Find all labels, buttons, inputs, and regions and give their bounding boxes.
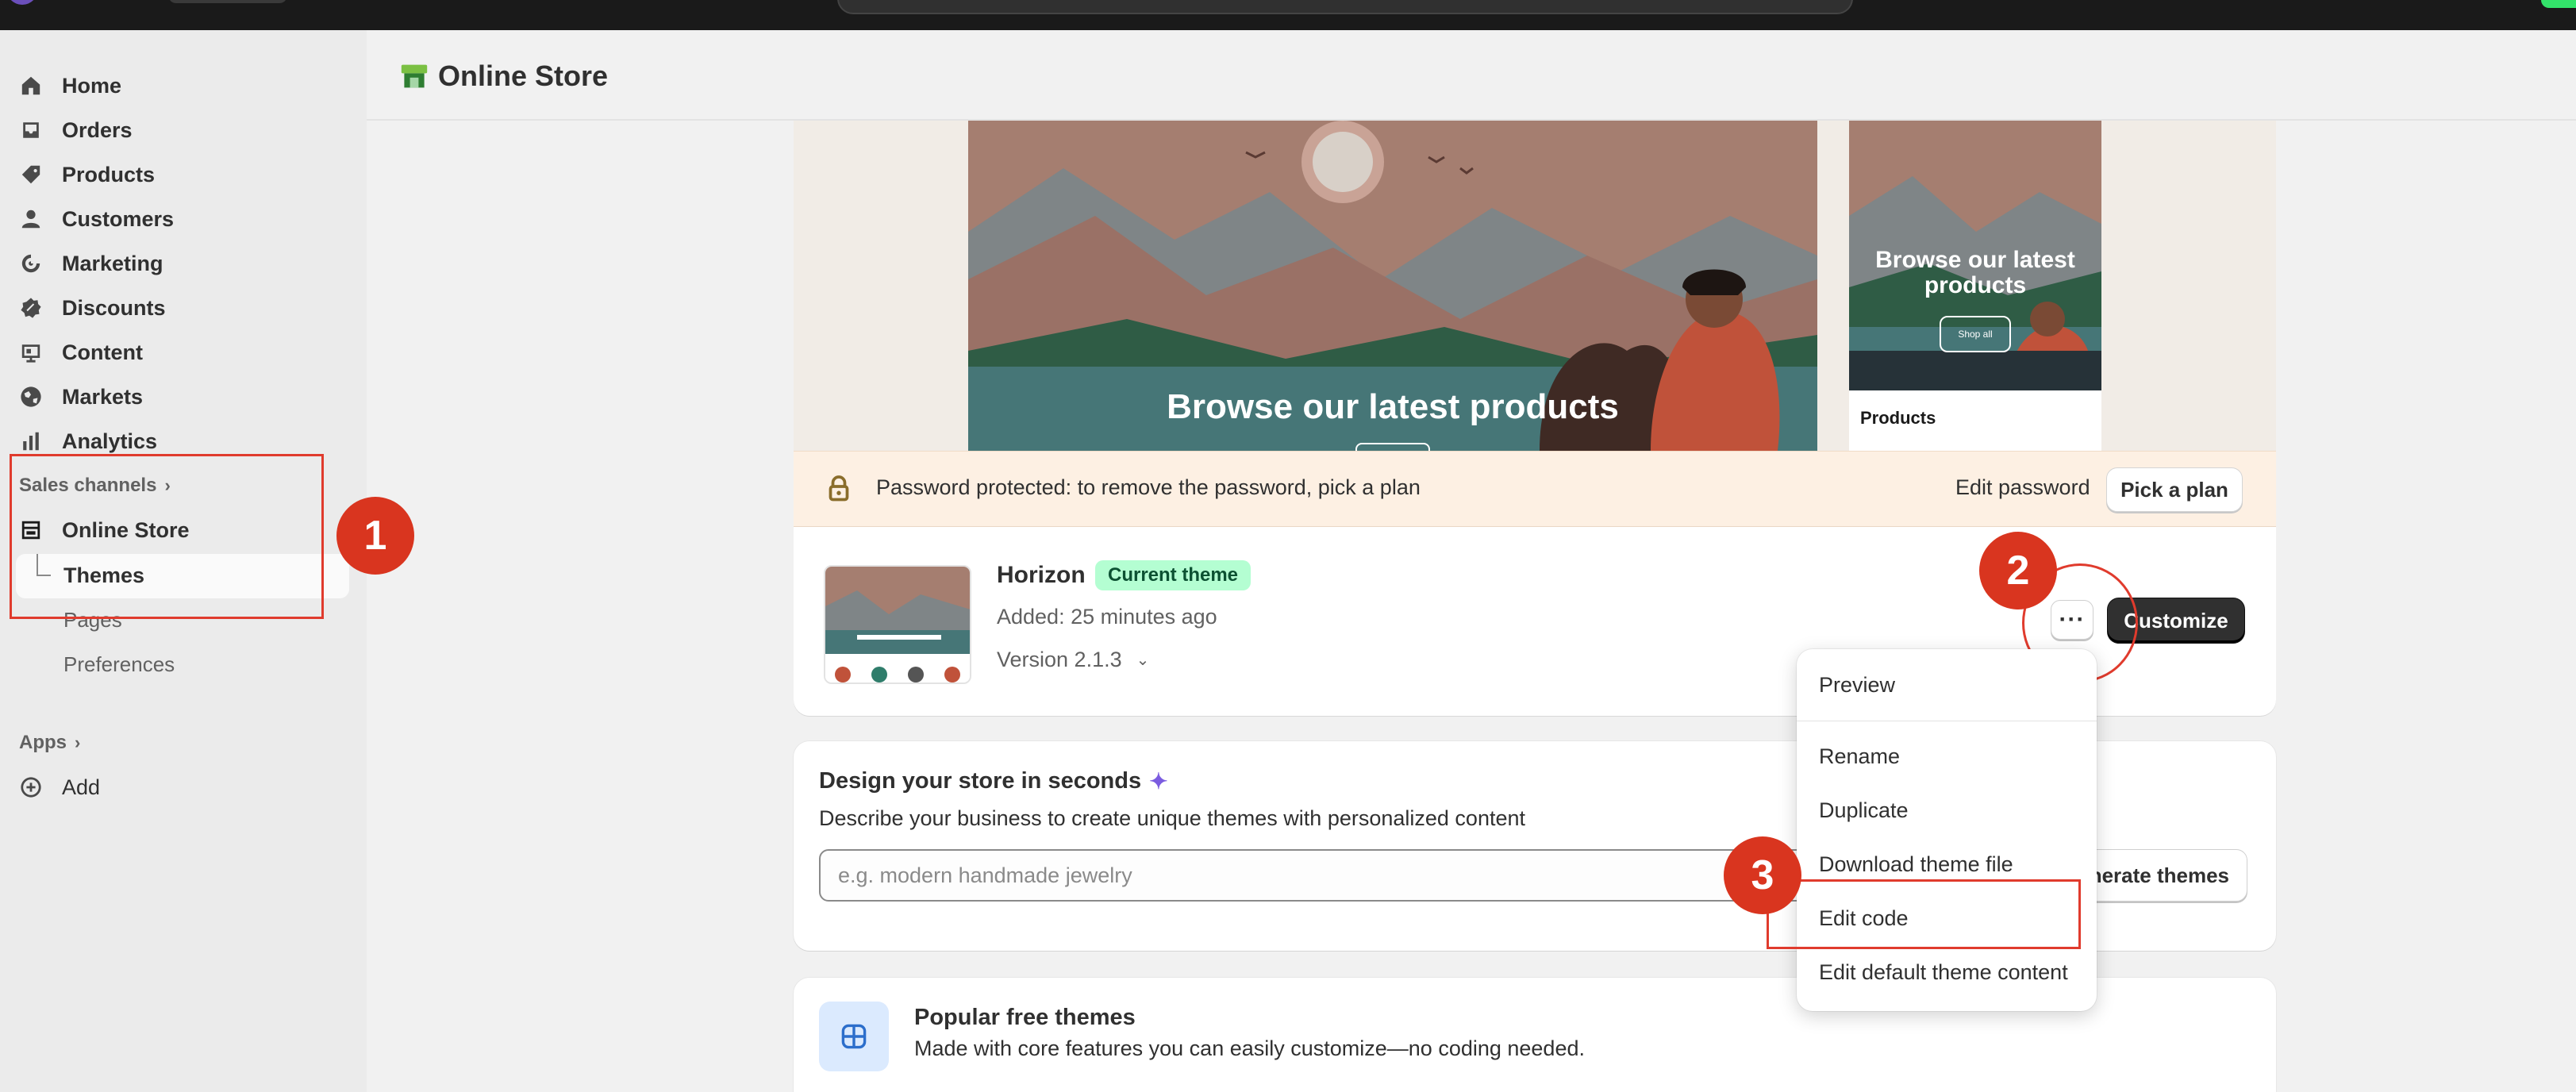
sidebar-item-markets[interactable]: Markets <box>19 379 143 414</box>
sidebar-item-preferences[interactable]: Preferences <box>63 652 175 677</box>
page-header: Online Store <box>367 30 2576 121</box>
mobile-preview-headline: Browse our latest products <box>1875 247 2075 298</box>
theme-added-time: Added: 25 minutes ago <box>997 605 1217 629</box>
theme-preview: Browse our latest products Browse our la… <box>794 121 2276 451</box>
sidebar-item-products[interactable]: Products <box>19 157 155 192</box>
sidebar-item-customers[interactable]: Customers <box>19 202 174 236</box>
store-switcher[interactable] <box>168 0 287 3</box>
theme-thumbnail-image <box>825 567 970 682</box>
preview-shop-button <box>1355 443 1430 451</box>
discount-icon <box>19 296 43 320</box>
page-title: Online Store <box>438 60 609 92</box>
sidebar-item-label: Home <box>62 73 122 98</box>
chevron-down-icon: ⌄ <box>1136 652 1150 669</box>
chevron-right-icon: › <box>75 732 81 752</box>
preview-headline: Browse our latest products <box>1167 387 1619 426</box>
sidebar-item-label: Content <box>62 340 143 364</box>
theme-version-selector[interactable]: Version 2.1.3 ⌄ <box>997 648 1149 672</box>
theme-name: Horizon <box>997 562 1086 588</box>
annotation-marker-2: 2 <box>1979 532 2057 609</box>
apps-label: Apps <box>19 732 67 753</box>
lock-icon <box>829 475 849 502</box>
annotation-box-1 <box>10 454 324 619</box>
sidebar-item-label: Customers <box>62 206 175 231</box>
bar-chart-icon <box>19 429 43 453</box>
password-message: Password protected: to remove the passwo… <box>876 475 1421 499</box>
theme-actions-menu: Preview Rename Duplicate Download theme … <box>1797 649 2097 1011</box>
annotation-marker-3: 3 <box>1724 836 1801 914</box>
shopify-logo[interactable] <box>6 0 38 5</box>
theme-thumbnail[interactable] <box>824 565 971 684</box>
mobile-preview[interactable]: Browse our latest products Shop all Prod… <box>1849 121 2101 451</box>
annotation-marker-1: 1 <box>336 497 414 575</box>
plus-circle-icon <box>19 775 43 799</box>
sidebar-item-marketing[interactable]: Marketing <box>19 246 163 281</box>
password-banner: Password protected: to remove the passwo… <box>794 451 2276 527</box>
sidebar-item-content[interactable]: Content <box>19 335 143 370</box>
sparkle-icon: ✦ <box>1149 769 1168 794</box>
popular-themes-description: Made with core features you can easily c… <box>914 1036 1585 1060</box>
design-card-title: Design your store in seconds <box>819 768 1142 794</box>
home-icon <box>19 74 43 98</box>
tag-icon <box>19 163 43 186</box>
globe-icon <box>19 385 43 409</box>
mobile-shop-button: Shop all <box>1940 316 2011 352</box>
menu-item-download-theme-file[interactable]: Download theme file <box>1819 852 2013 877</box>
mobile-products-label: Products <box>1860 408 1936 428</box>
top-bar <box>0 0 2576 30</box>
design-card-description: Describe your business to create unique … <box>819 806 1525 830</box>
sidebar-item-label: Analytics <box>62 429 158 453</box>
sidebar-item-discounts[interactable]: Discounts <box>19 290 166 325</box>
sidebar-item-label: Add <box>62 775 101 799</box>
theme-version-label: Version 2.1.3 <box>997 648 1122 671</box>
account-indicator[interactable] <box>2541 0 2576 8</box>
content-icon <box>19 340 43 364</box>
sidebar-item-label: Orders <box>62 117 133 142</box>
store-icon <box>401 64 428 88</box>
desktop-preview[interactable]: Browse our latest products <box>968 121 1817 451</box>
theme-store-icon <box>819 1002 889 1071</box>
target-icon <box>19 252 43 275</box>
apps-header[interactable]: Apps › <box>19 732 80 754</box>
sidebar-item-add[interactable]: Add <box>19 770 100 805</box>
inbox-icon <box>19 118 43 142</box>
edit-password-link[interactable]: Edit password <box>1955 475 2090 500</box>
business-description-input[interactable]: e.g. modern handmade jewelry <box>819 849 1851 902</box>
search-bar[interactable] <box>837 0 1853 14</box>
sidebar-item-label: Products <box>62 162 156 186</box>
current-theme-badge: Current theme <box>1095 560 1251 590</box>
menu-item-preview[interactable]: Preview <box>1819 673 1895 698</box>
menu-item-duplicate[interactable]: Duplicate <box>1819 798 1909 823</box>
layout-icon <box>841 1024 867 1049</box>
sidebar-item-label: Discounts <box>62 295 166 320</box>
sidebar-item-label: Marketing <box>62 251 163 275</box>
popular-themes-title: Popular free themes <box>914 1005 1136 1030</box>
sidebar-item-home[interactable]: Home <box>19 68 121 103</box>
sidebar-item-label: Markets <box>62 384 144 409</box>
annotation-box-3 <box>1767 879 2081 949</box>
person-icon <box>19 207 43 231</box>
menu-item-edit-default-theme-content[interactable]: Edit default theme content <box>1819 960 2068 985</box>
design-card-title-row: Design your store in seconds ✦ <box>819 768 1168 794</box>
pick-plan-button[interactable]: Pick a plan <box>2106 467 2243 512</box>
sidebar-item-orders[interactable]: Orders <box>19 113 133 148</box>
menu-item-rename[interactable]: Rename <box>1819 744 1900 769</box>
